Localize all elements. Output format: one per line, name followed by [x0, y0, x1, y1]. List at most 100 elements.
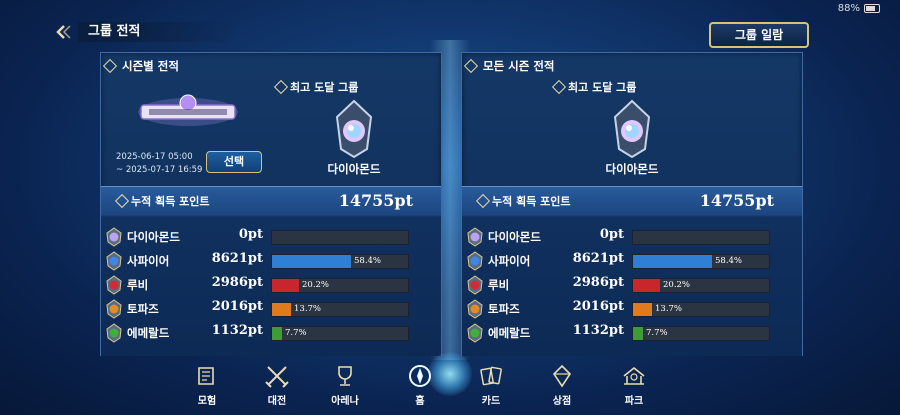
bottom-navigation: 모험 대전 아레나 홈 카드 상점 파크 [0, 352, 900, 415]
tier-progress-bar [271, 230, 409, 245]
nav-item-adventure[interactable]: 모험 [177, 358, 237, 407]
tier-progress-fill [633, 255, 712, 268]
nav-item-crossed-swords[interactable]: 대전 [247, 358, 307, 407]
season-record-title: 시즌별 전적 [102, 58, 179, 74]
tier-progress-bar: 58.4% [271, 254, 409, 269]
tier-points: 1132pt [211, 323, 263, 338]
game-logo [135, 93, 241, 131]
trophy-icon [338, 366, 352, 386]
tier-name: 에메랄드 [488, 326, 531, 340]
tier-points: 2016pt [572, 299, 624, 314]
tier-points: 8621pt [211, 251, 263, 266]
nav-item-cards[interactable]: 카드 [461, 358, 521, 407]
best-group-label-text: 최고 도달 그룹 [290, 81, 359, 94]
accumulated-points-label: 누적 획득 포인트 [114, 193, 210, 209]
diamond-rank-emblem-icon [613, 99, 651, 159]
sapphire-gem-icon [106, 251, 122, 271]
tier-row-topaz: 토파즈 2016pt 13.7% [462, 297, 802, 321]
home-emblem-icon [409, 365, 431, 387]
tier-percent: 20.2% [663, 280, 691, 290]
tier-row-diamond: 다이아몬드 0pt [462, 225, 802, 249]
best-group-label: 최고 도달 그룹 [551, 79, 637, 95]
nav-item-home-emblem[interactable]: 홈 [390, 358, 450, 407]
tier-percent: 58.4% [354, 256, 382, 266]
tier-row-diamond: 다이아몬드 0pt [101, 225, 441, 249]
tier-row-sapphire: 사파이어 8621pt 58.4% [101, 249, 441, 273]
tier-progress-bar: 58.4% [632, 254, 770, 269]
diamond-bullet-icon [114, 193, 130, 209]
adventure-icon [198, 367, 214, 385]
nav-item-label: 아레나 [331, 396, 359, 407]
tier-progress-bar: 13.7% [632, 302, 770, 317]
tier-row-sapphire: 사파이어 8621pt 58.4% [462, 249, 802, 273]
best-group-name: 다이아몬드 [327, 162, 381, 176]
accumulated-points-label-text: 누적 획득 포인트 [492, 195, 571, 208]
diamond-gem-icon [106, 227, 122, 247]
diamond-bullet-icon [551, 79, 567, 95]
tier-points: 8621pt [572, 251, 624, 266]
tier-progress-bar [632, 230, 770, 245]
best-group-name: 다이아몬드 [605, 162, 659, 176]
tier-row-ruby: 루비 2986pt 20.2% [101, 273, 441, 297]
tier-percent: 13.7% [655, 304, 683, 314]
tier-progress-fill [272, 327, 282, 340]
tier-progress-bar: 7.7% [632, 326, 770, 341]
season-record-panel: 시즌별 전적 최고 도달 그룹 다이아몬드 2025-06-17 05:00 ~… [100, 52, 442, 356]
topaz-gem-icon [467, 299, 483, 319]
tier-name: 토파즈 [127, 302, 159, 316]
tier-row-emerald: 에메랄드 1132pt 7.7% [101, 321, 441, 345]
diamond-bullet-icon [273, 79, 289, 95]
all-season-record-title: 모든 시즌 전적 [463, 58, 555, 74]
tier-progress-fill [633, 279, 660, 292]
diamond-gem-icon [467, 227, 483, 247]
emerald-gem-icon [467, 323, 483, 343]
sapphire-gem-icon [467, 251, 483, 271]
tier-progress-bar: 13.7% [271, 302, 409, 317]
select-season-button[interactable]: 선택 [206, 151, 262, 173]
tier-name: 토파즈 [488, 302, 520, 316]
tier-name: 사파이어 [488, 254, 531, 268]
diamond-rank-emblem-icon [335, 99, 373, 159]
park-icon [623, 366, 645, 385]
accumulated-points-total: 14755pt [699, 191, 774, 210]
tier-points: 0pt [238, 227, 263, 242]
all-season-record-title-text: 모든 시즌 전적 [483, 59, 555, 73]
nav-item-shop[interactable]: 상점 [532, 358, 592, 407]
diamond-bullet-icon [463, 58, 479, 74]
ruby-gem-icon [106, 275, 122, 295]
nav-item-trophy[interactable]: 아레나 [315, 358, 375, 407]
nav-item-label: 카드 [481, 396, 501, 407]
tier-progress-bar: 20.2% [632, 278, 770, 293]
accumulated-points-label: 누적 획득 포인트 [475, 193, 571, 209]
accumulated-points-box: 누적 획득 포인트 14755pt 다이아몬드 0pt 사파이어 8621pt 58.4… [101, 186, 441, 356]
emerald-gem-icon [106, 323, 122, 343]
nav-item-label: 대전 [267, 396, 287, 407]
top-bar: 그룹 전적 그룹 일람 [0, 18, 900, 48]
nav-item-park[interactable]: 파크 [604, 358, 664, 407]
back-arrow-icon [56, 25, 71, 39]
tier-progress-fill [272, 279, 299, 292]
battery-status: 88% [838, 3, 880, 14]
tier-points: 2986pt [572, 275, 624, 290]
group-list-button[interactable]: 그룹 일람 [709, 22, 809, 48]
accumulated-points-box: 누적 획득 포인트 14755pt 다이아몬드 0pt 사파이어 8621pt 58.4… [462, 186, 802, 356]
tier-percent: 7.7% [646, 328, 668, 338]
back-button[interactable] [52, 20, 80, 44]
nav-item-label: 파크 [624, 396, 644, 407]
best-group-label-text: 최고 도달 그룹 [568, 81, 637, 94]
tier-row-ruby: 루비 2986pt 20.2% [462, 273, 802, 297]
tier-points: 2986pt [211, 275, 263, 290]
tier-percent: 20.2% [302, 280, 330, 290]
tier-progress-fill [633, 327, 643, 340]
tier-progress-fill [272, 255, 351, 268]
tier-name: 루비 [127, 278, 149, 292]
battery-icon [864, 4, 880, 13]
tier-percent: 58.4% [715, 256, 743, 266]
page-title: 그룹 전적 [78, 22, 238, 42]
nav-item-label: 홈 [415, 396, 425, 407]
season-period-end: ~ 2025-07-17 16:59 [116, 165, 203, 175]
crossed-swords-icon [265, 366, 289, 388]
best-group-label: 최고 도달 그룹 [273, 79, 359, 95]
tier-row-emerald: 에메랄드 1132pt 7.7% [462, 321, 802, 345]
nav-item-label: 모험 [197, 396, 217, 407]
